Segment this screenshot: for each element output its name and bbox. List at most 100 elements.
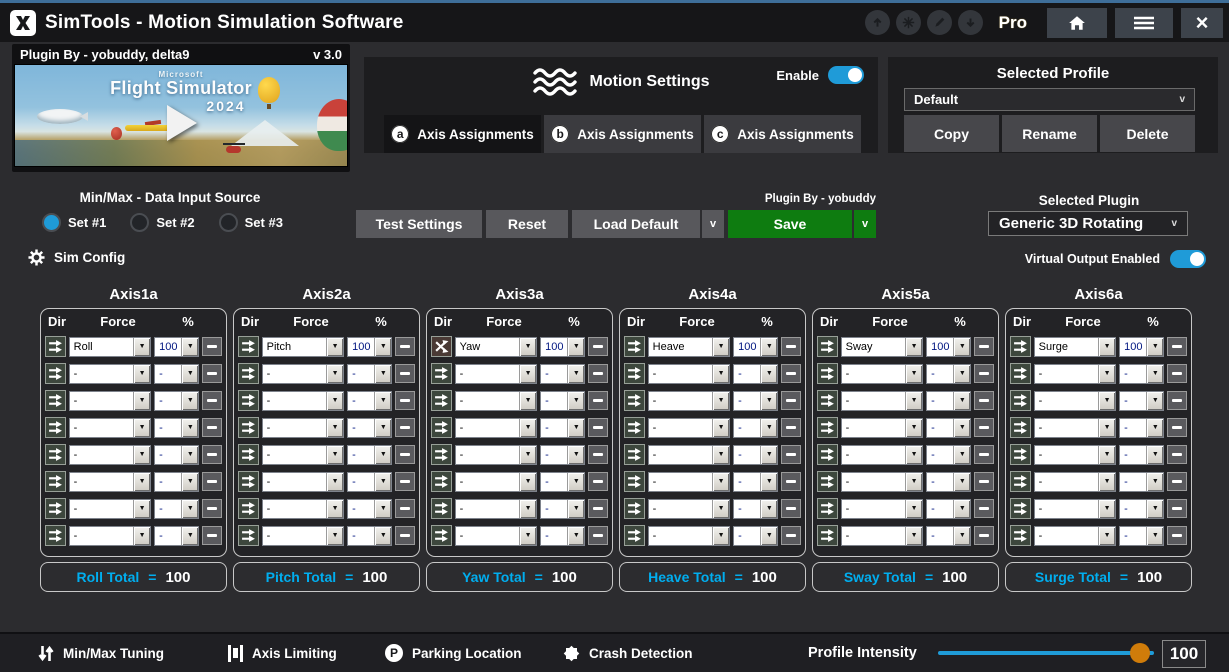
- combo-arrow-icon[interactable]: ▼: [953, 418, 971, 437]
- force-select[interactable]: - ▼: [261, 525, 345, 546]
- force-select[interactable]: Roll ▼: [68, 336, 152, 357]
- virtual-output-toggle[interactable]: [1170, 250, 1206, 268]
- load-default-dropdown-button[interactable]: v: [702, 210, 724, 238]
- direction-straight-button[interactable]: [238, 498, 259, 519]
- combo-arrow-icon[interactable]: ▼: [133, 499, 151, 518]
- percent-select[interactable]: - ▼: [733, 363, 779, 384]
- combo-arrow-icon[interactable]: ▼: [519, 445, 537, 464]
- direction-straight-button[interactable]: [817, 390, 838, 411]
- remove-row-button[interactable]: [974, 391, 994, 410]
- combo-arrow-icon[interactable]: ▼: [326, 418, 344, 437]
- combo-arrow-icon[interactable]: ▼: [1098, 526, 1116, 545]
- combo-arrow-icon[interactable]: ▼: [133, 418, 151, 437]
- combo-arrow-icon[interactable]: ▼: [1146, 526, 1164, 545]
- combo-arrow-icon[interactable]: ▼: [712, 364, 730, 383]
- percent-select[interactable]: - ▼: [540, 363, 586, 384]
- close-button[interactable]: ×: [1181, 7, 1223, 38]
- delete-profile-button[interactable]: Delete: [1100, 115, 1195, 152]
- percent-select[interactable]: - ▼: [154, 363, 200, 384]
- remove-row-button[interactable]: [781, 499, 801, 518]
- combo-arrow-icon[interactable]: ▼: [181, 418, 199, 437]
- radio-set-1[interactable]: Set #1: [42, 213, 106, 232]
- play-button[interactable]: [167, 105, 197, 141]
- combo-arrow-icon[interactable]: ▼: [953, 499, 971, 518]
- force-select[interactable]: Surge ▼: [1033, 336, 1117, 357]
- combo-arrow-icon[interactable]: ▼: [567, 472, 585, 491]
- percent-select[interactable]: - ▼: [540, 525, 586, 546]
- combo-arrow-icon[interactable]: ▼: [181, 526, 199, 545]
- remove-row-button[interactable]: [202, 391, 222, 410]
- percent-select[interactable]: - ▼: [926, 444, 972, 465]
- percent-select[interactable]: - ▼: [154, 471, 200, 492]
- force-select[interactable]: - ▼: [840, 525, 924, 546]
- percent-select[interactable]: - ▼: [540, 390, 586, 411]
- remove-row-button[interactable]: [395, 526, 415, 545]
- direction-straight-button[interactable]: [624, 525, 645, 546]
- combo-arrow-icon[interactable]: ▼: [326, 364, 344, 383]
- combo-arrow-icon[interactable]: ▼: [905, 391, 923, 410]
- combo-arrow-icon[interactable]: ▼: [133, 472, 151, 491]
- direction-straight-button[interactable]: [431, 417, 452, 438]
- combo-arrow-icon[interactable]: ▼: [1098, 472, 1116, 491]
- percent-select[interactable]: - ▼: [347, 471, 393, 492]
- combo-arrow-icon[interactable]: ▼: [374, 499, 392, 518]
- force-select[interactable]: - ▼: [647, 417, 731, 438]
- direction-straight-button[interactable]: [431, 390, 452, 411]
- force-select[interactable]: - ▼: [454, 471, 538, 492]
- force-select[interactable]: - ▼: [840, 444, 924, 465]
- remove-row-button[interactable]: [588, 418, 608, 437]
- save-dropdown-button[interactable]: v: [854, 210, 876, 238]
- remove-row-button[interactable]: [781, 337, 801, 356]
- percent-select[interactable]: - ▼: [347, 525, 393, 546]
- combo-arrow-icon[interactable]: ▼: [133, 445, 151, 464]
- force-select[interactable]: - ▼: [261, 471, 345, 492]
- remove-row-button[interactable]: [202, 337, 222, 356]
- combo-arrow-icon[interactable]: ▼: [567, 418, 585, 437]
- remove-row-button[interactable]: [395, 499, 415, 518]
- combo-arrow-icon[interactable]: ▼: [953, 445, 971, 464]
- percent-select[interactable]: 100 ▼: [926, 336, 972, 357]
- force-select[interactable]: Sway ▼: [840, 336, 924, 357]
- force-select[interactable]: - ▼: [1033, 498, 1117, 519]
- force-select[interactable]: - ▼: [261, 390, 345, 411]
- force-select[interactable]: - ▼: [68, 471, 152, 492]
- combo-arrow-icon[interactable]: ▼: [1146, 499, 1164, 518]
- combo-arrow-icon[interactable]: ▼: [1146, 337, 1164, 356]
- combo-arrow-icon[interactable]: ▼: [181, 472, 199, 491]
- remove-row-button[interactable]: [588, 526, 608, 545]
- force-select[interactable]: - ▼: [454, 363, 538, 384]
- remove-row-button[interactable]: [588, 499, 608, 518]
- direction-straight-button[interactable]: [1010, 525, 1031, 546]
- direction-straight-button[interactable]: [45, 471, 66, 492]
- remove-row-button[interactable]: [588, 364, 608, 383]
- percent-select[interactable]: - ▼: [926, 363, 972, 384]
- combo-arrow-icon[interactable]: ▼: [181, 499, 199, 518]
- force-select[interactable]: - ▼: [647, 498, 731, 519]
- direction-straight-button[interactable]: [1010, 498, 1031, 519]
- percent-select[interactable]: - ▼: [154, 498, 200, 519]
- remove-row-button[interactable]: [1167, 364, 1187, 383]
- remove-row-button[interactable]: [781, 364, 801, 383]
- force-select[interactable]: - ▼: [261, 363, 345, 384]
- remove-row-button[interactable]: [781, 526, 801, 545]
- remove-row-button[interactable]: [1167, 337, 1187, 356]
- direction-straight-button[interactable]: [817, 336, 838, 357]
- combo-arrow-icon[interactable]: ▼: [567, 499, 585, 518]
- force-select[interactable]: - ▼: [454, 525, 538, 546]
- download-icon[interactable]: [957, 10, 983, 35]
- tab-axis-assignments-a[interactable]: a Axis Assignments: [384, 115, 541, 153]
- force-select[interactable]: Heave ▼: [647, 336, 731, 357]
- percent-select[interactable]: - ▼: [1119, 498, 1165, 519]
- direction-straight-button[interactable]: [817, 525, 838, 546]
- remove-row-button[interactable]: [395, 418, 415, 437]
- combo-arrow-icon[interactable]: ▼: [326, 526, 344, 545]
- combo-arrow-icon[interactable]: ▼: [760, 472, 778, 491]
- combo-arrow-icon[interactable]: ▼: [953, 526, 971, 545]
- percent-select[interactable]: - ▼: [347, 498, 393, 519]
- force-select[interactable]: - ▼: [68, 498, 152, 519]
- percent-select[interactable]: 100 ▼: [154, 336, 200, 357]
- combo-arrow-icon[interactable]: ▼: [133, 526, 151, 545]
- remove-row-button[interactable]: [395, 472, 415, 491]
- combo-arrow-icon[interactable]: ▼: [712, 499, 730, 518]
- remove-row-button[interactable]: [781, 418, 801, 437]
